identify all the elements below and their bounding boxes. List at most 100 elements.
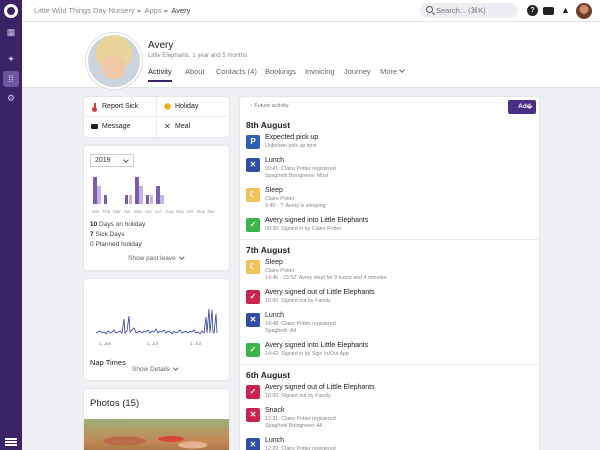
nap-times-card: 1. Jan 1. Jul 1. Jul Nap Times Show Deta…: [84, 279, 229, 380]
nap-tick-jan: 1. Jan: [99, 341, 112, 346]
month-label: Aug: [165, 209, 174, 214]
nap-times-title: Nap Times: [90, 358, 126, 367]
event-detail: Spaghetti Bolognese: Most: [265, 173, 329, 179]
show-past-leave-link[interactable]: Show past leave: [128, 253, 184, 262]
event-detail: 09:41: Claire Potter registered: [265, 166, 336, 172]
holiday-label: Holiday: [175, 103, 199, 110]
hamburger-menu-icon[interactable]: [5, 438, 17, 446]
breadcrumb-apps[interactable]: Apps: [145, 6, 162, 15]
month-label: Sep: [176, 209, 185, 214]
event-title[interactable]: Lunch: [265, 312, 284, 319]
bar-holiday-apr: [128, 195, 132, 204]
bar-sick-apr: [124, 195, 128, 204]
bar-sick-jun: [145, 195, 149, 204]
message-button[interactable]: Message: [84, 117, 156, 136]
holiday-button[interactable]: Holiday: [157, 97, 229, 116]
month-label: Apr: [123, 209, 131, 214]
settings-gear-icon[interactable]: ⚙: [5, 92, 17, 104]
event-title[interactable]: Sleep: [265, 187, 283, 194]
chevron-down-icon: [123, 157, 129, 163]
divider: [240, 364, 539, 365]
bar-sick-jul: [156, 186, 160, 204]
day-heading: 6th August: [246, 370, 291, 380]
event-detail: 14:48: Claire Potter registered: [265, 321, 336, 327]
bar-holiday-jun: [149, 195, 153, 204]
cutlery-icon: ✕: [164, 122, 171, 131]
search-input[interactable]: [436, 4, 514, 17]
add-button[interactable]: Add: [508, 100, 536, 114]
search-box[interactable]: [420, 3, 518, 18]
stat-sick-num: 7: [90, 231, 94, 238]
child-avatar: [86, 33, 142, 89]
tab-invoicing[interactable]: Invoicing: [305, 67, 335, 76]
pickup-icon: P: [246, 135, 260, 149]
event-title[interactable]: Avery signed into Little Elephants: [265, 217, 368, 224]
event-title[interactable]: Snack: [265, 407, 284, 414]
future-activity-link[interactable]: ↑ Future activity: [250, 103, 289, 109]
show-details-label: Show Details: [132, 366, 170, 373]
day-heading: 7th August: [246, 245, 291, 255]
bar-holiday-jul: [160, 195, 164, 204]
breadcrumb-separator-icon: ▸: [137, 6, 142, 15]
top-bar: Little Wild Things Day Nursery ▸ Apps ▸ Aver…: [22, 0, 600, 22]
apps-grid-icon[interactable]: ⁞⁞: [3, 71, 19, 87]
message-icon: [91, 124, 98, 129]
photos-card: Photos (15): [84, 389, 229, 450]
event-title[interactable]: Avery signed out of Little Elephants: [265, 289, 375, 296]
user-avatar[interactable]: [576, 3, 592, 19]
tab-journey[interactable]: Journey: [344, 67, 371, 76]
event-detail: 9:40 - ?: Avery is sleeping: [265, 203, 326, 209]
year-select[interactable]: 2019: [90, 154, 134, 167]
event-title[interactable]: Avery signed into Little Elephants: [265, 342, 368, 349]
event-detail: 09:35: Signed in by Claire Potter: [265, 226, 342, 232]
help-icon[interactable]: ?: [527, 5, 538, 16]
day-heading: 8th August: [246, 120, 291, 130]
event-title[interactable]: Avery signed out of Little Elephants: [265, 384, 375, 391]
event-title[interactable]: Lunch: [265, 157, 284, 164]
nap-tick-jul: 1. Jul: [190, 341, 201, 346]
photos-title[interactable]: Photos (15): [90, 398, 139, 409]
bell-icon[interactable]: ▲: [560, 5, 571, 16]
month-label: Feb: [102, 209, 111, 214]
magic-wand-icon[interactable]: ✦: [5, 53, 17, 65]
check-icon: ✓: [246, 218, 260, 232]
app-logo-icon[interactable]: [4, 4, 18, 18]
month-label: Oct: [186, 209, 194, 214]
report-sick-button[interactable]: Report Sick: [84, 97, 156, 116]
meal-label: Meal: [175, 123, 191, 130]
photo-thumbnail[interactable]: [84, 419, 229, 450]
stat-holiday-text: Days on holiday: [99, 221, 146, 228]
chevron-down-icon: [173, 364, 179, 370]
month-label: Jul: [155, 209, 161, 214]
month-label: Jun: [144, 209, 152, 214]
nap-tick-jul-a: 1. Jul: [147, 341, 158, 346]
show-details-link[interactable]: Show Details: [132, 364, 179, 373]
tab-about[interactable]: About: [185, 67, 205, 76]
stat-sick: 7 Sick Days: [90, 231, 124, 238]
event-detail: Spaghetti: All: [265, 328, 296, 334]
month-label: Mar: [113, 209, 121, 214]
breadcrumb-separator-icon: ▸: [164, 6, 169, 15]
calendar-icon[interactable]: ▦: [5, 26, 17, 38]
check-icon: ✓: [246, 290, 260, 304]
breadcrumb-nursery[interactable]: Little Wild Things Day Nursery: [34, 6, 135, 15]
tab-more[interactable]: More: [380, 67, 405, 76]
stat-sick-text: Sick Days: [95, 231, 125, 238]
event-detail: Claire Potter: [265, 196, 295, 202]
event-title[interactable]: Expected pick up: [265, 134, 318, 141]
tab-more-label: More: [380, 67, 398, 76]
tab-bookings[interactable]: Bookings: [265, 67, 296, 76]
meal-button[interactable]: ✕ Meal: [157, 117, 229, 136]
bar-sick-jan: [93, 177, 97, 204]
event-title[interactable]: Lunch: [265, 437, 284, 444]
thermometer-icon: [91, 102, 98, 112]
chat-icon[interactable]: [543, 7, 554, 15]
event-title[interactable]: Sleep: [265, 259, 283, 266]
tab-contacts[interactable]: Contacts (4): [216, 67, 257, 76]
tab-activity[interactable]: Activity: [148, 67, 172, 82]
cutlery-icon: ✕: [246, 158, 260, 172]
moon-icon: ☾: [246, 260, 260, 274]
cutlery-icon: ✕: [246, 313, 260, 327]
year-value: 2019: [95, 157, 111, 164]
chevron-down-icon: [178, 253, 184, 259]
